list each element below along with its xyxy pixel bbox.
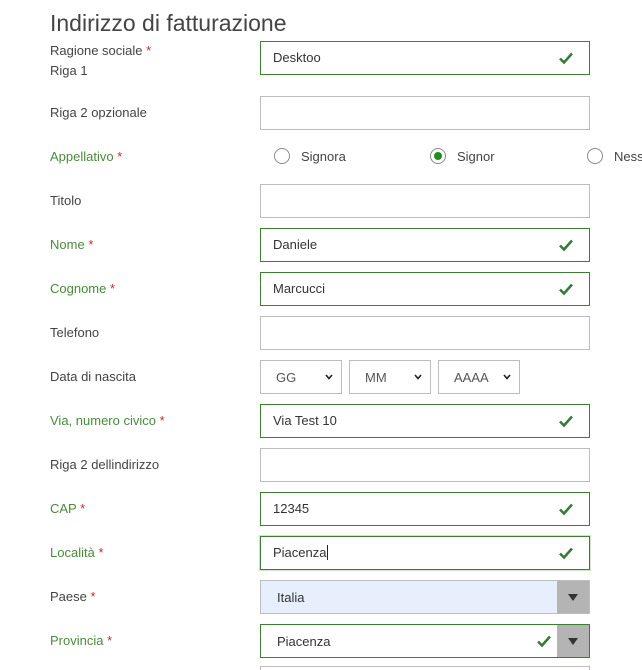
last-name-input[interactable]: Marcucci [260, 272, 590, 306]
salutation-label: Appellativo * [50, 149, 123, 164]
first-name-input[interactable]: Daniele [260, 228, 590, 262]
chevron-down-icon [325, 374, 333, 380]
city-label: Località * [50, 545, 104, 560]
address-line2-input[interactable] [260, 448, 590, 482]
chevron-down-icon [414, 374, 422, 380]
last-name-row: Cognome * Marcucci [0, 272, 642, 306]
birthdate-label: Data di nascita [50, 369, 136, 384]
birthdate-row: Data di nascita GG MM AAAA [0, 360, 642, 394]
street-row: Via, numero civico * Via Test 10 [0, 404, 642, 438]
title-input[interactable] [260, 184, 590, 218]
address-line2-row: Riga 2 dellindirizzo [0, 448, 642, 482]
first-name-label: Nome * [50, 237, 94, 252]
company-row: Ragione sociale * Riga 1 Desktoo [0, 41, 642, 78]
city-row: Località * Piacenza [0, 536, 642, 570]
province-label: Provincia * [50, 633, 113, 648]
country-row: Paese * Italia [0, 580, 642, 614]
caret-down-icon [568, 638, 578, 645]
zip-input[interactable]: 12345 [260, 492, 590, 526]
check-icon [559, 283, 573, 296]
text-cursor [327, 545, 329, 560]
line2-optional-input[interactable] [260, 96, 590, 130]
chevron-down-icon [503, 374, 511, 380]
phone-input[interactable] [260, 316, 590, 350]
caret-down-icon [568, 594, 578, 601]
birth-day-select[interactable]: GG [260, 360, 342, 394]
country-label: Paese * [50, 589, 96, 604]
dropdown-button[interactable] [557, 581, 589, 613]
dropdown-button[interactable] [557, 625, 589, 657]
company-input[interactable]: Desktoo [260, 41, 590, 75]
birth-month-select[interactable]: MM [349, 360, 431, 394]
line2-optional-row: Riga 2 opzionale [0, 96, 642, 130]
form-title: Indirizzo di fatturazione [50, 10, 287, 36]
phone-label: Telefono [50, 325, 100, 340]
radio-button[interactable] [274, 148, 290, 164]
phone-row: Telefono [0, 316, 642, 350]
radio-button-selected[interactable] [430, 148, 446, 164]
city-input[interactable]: Piacenza [260, 536, 590, 570]
company-label: Ragione sociale * Riga 1 [50, 43, 152, 78]
last-name-label: Cognome * [50, 281, 116, 296]
check-icon [559, 503, 573, 516]
line2-optional-label: Riga 2 opzionale [50, 105, 147, 120]
first-name-row: Nome * Daniele [0, 228, 642, 262]
radio-signor[interactable]: Signor [430, 148, 495, 164]
province-row: Provincia * Piacenza [0, 624, 642, 658]
check-icon [559, 52, 573, 65]
check-icon [559, 415, 573, 428]
birth-year-select[interactable]: AAAA [438, 360, 520, 394]
address-line2-label: Riga 2 dellindirizzo [50, 457, 160, 472]
check-icon [559, 547, 573, 560]
radio-nessuno[interactable]: Nessuno [587, 148, 642, 164]
check-icon [537, 635, 551, 648]
title-row: Titolo [0, 184, 642, 218]
radio-signora[interactable]: Signora [274, 148, 346, 164]
country-select[interactable]: Italia [260, 580, 590, 614]
zip-label: CAP * [50, 501, 86, 516]
salutation-row: Appellativo * Signora Signor Nessuno [0, 140, 642, 174]
zip-row: CAP * 12345 [0, 492, 642, 526]
street-input[interactable]: Via Test 10 [260, 404, 590, 438]
title-label: Titolo [50, 193, 82, 208]
province-select[interactable]: Piacenza [260, 624, 590, 658]
street-label: Via, numero civico * [50, 413, 165, 428]
radio-button[interactable] [587, 148, 603, 164]
next-field-edge [260, 666, 590, 670]
check-icon [559, 239, 573, 252]
